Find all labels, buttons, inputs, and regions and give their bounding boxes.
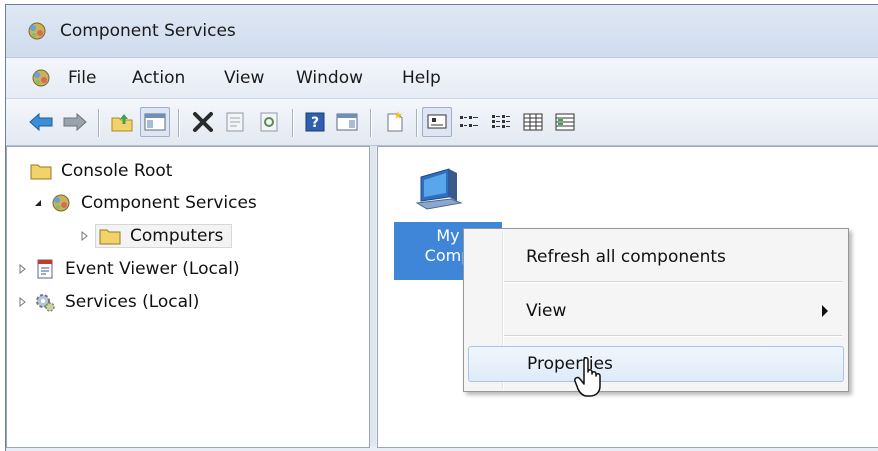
window-title: Component Services: [60, 21, 236, 41]
large-icons-view-button[interactable]: [422, 107, 452, 137]
show-hide-console-tree-button[interactable]: [140, 107, 170, 137]
help-icon: ?: [305, 112, 325, 132]
expanded-triangle-icon[interactable]: [31, 196, 45, 210]
submenu-arrow-icon: [822, 305, 828, 317]
services-gear-icon: [36, 294, 55, 312]
pane-splitter[interactable]: [370, 146, 376, 446]
up-one-level-button[interactable]: [108, 107, 138, 137]
properties-icon: [226, 112, 244, 132]
list-view-button[interactable]: [486, 107, 516, 137]
list-view-icon: [492, 115, 510, 128]
component-services-icon: [28, 22, 46, 40]
menu-action[interactable]: Action: [132, 68, 185, 88]
up-folder-icon: [111, 114, 133, 132]
back-button[interactable]: [26, 107, 56, 137]
help-button[interactable]: ?: [300, 107, 330, 137]
menu-item-label: Refresh all components: [526, 247, 726, 267]
collapsed-triangle-icon[interactable]: [15, 295, 29, 309]
hand-cursor-icon: [574, 357, 601, 397]
menu-window[interactable]: Window: [296, 68, 363, 88]
menu-item-view[interactable]: View: [468, 293, 844, 329]
toolbar-separator: [416, 109, 417, 137]
folder-icon: [99, 229, 121, 245]
tree-label: Services (Local): [65, 292, 200, 312]
tree-item-console-root[interactable]: Console Root: [29, 157, 176, 185]
menu-file[interactable]: File: [68, 68, 96, 88]
tree-item-component-services[interactable]: Component Services: [31, 189, 261, 217]
show-hide-action-pane-icon: [336, 113, 358, 131]
menu-separator: [504, 335, 842, 336]
toolbar-separator: [370, 109, 371, 137]
menu-item-refresh-all-components[interactable]: Refresh all components: [468, 239, 844, 275]
collapsed-triangle-icon[interactable]: [77, 229, 91, 243]
component-services-icon: [52, 194, 70, 212]
title-bar[interactable]: Component Services: [6, 5, 878, 58]
tree-selection: Computers: [95, 224, 233, 248]
small-icons-view-button[interactable]: [454, 107, 484, 137]
tree-label: Console Root: [61, 161, 173, 181]
context-menu: Refresh all components View Properties: [463, 228, 849, 392]
delete-icon: [193, 112, 213, 132]
system-menu-icon[interactable]: [28, 66, 54, 90]
new-item-icon: [387, 111, 403, 132]
properties-button[interactable]: [220, 107, 250, 137]
tree-label: Component Services: [81, 193, 257, 213]
folder-icon: [30, 164, 52, 180]
toolbar-separator: [178, 109, 179, 137]
svg-text:?: ?: [311, 115, 319, 131]
large-icons-view-icon: [427, 114, 447, 129]
detail-view-icon: [523, 113, 543, 131]
show-hide-tree-icon: [144, 113, 166, 131]
tree-label: Event Viewer (Local): [65, 259, 240, 279]
delete-button[interactable]: [188, 107, 218, 137]
tree-label: Computers: [130, 226, 224, 246]
tree-item-computers[interactable]: Computers: [77, 222, 233, 250]
status-view-button[interactable]: [550, 107, 580, 137]
forward-arrow-icon: [63, 112, 87, 132]
small-icons-view-icon: [460, 116, 478, 127]
menu-bar: File Action View Window Help: [6, 58, 878, 99]
show-hide-action-pane-button[interactable]: [332, 107, 362, 137]
toolbar-separator: [292, 109, 293, 137]
menu-separator: [504, 281, 842, 282]
console-tree-pane[interactable]: Console Root Component Services Computer…: [6, 146, 370, 448]
toolbar-separator: [98, 109, 99, 137]
refresh-button[interactable]: [254, 107, 284, 137]
collapsed-triangle-icon[interactable]: [15, 262, 29, 276]
menu-view[interactable]: View: [224, 68, 264, 88]
forward-button[interactable]: [60, 107, 90, 137]
refresh-icon: [260, 112, 278, 132]
menu-item-label: View: [526, 301, 567, 321]
detail-view-button[interactable]: [518, 107, 548, 137]
event-viewer-icon: [37, 259, 53, 279]
menu-help[interactable]: Help: [402, 68, 441, 88]
toolbar: ?: [6, 99, 878, 146]
status-view-icon: [555, 113, 575, 131]
my-computer-icon[interactable]: [411, 163, 467, 215]
back-arrow-icon: [29, 112, 53, 132]
menu-item-properties[interactable]: Properties: [468, 346, 844, 382]
new-button[interactable]: [380, 107, 410, 137]
tree-item-event-viewer[interactable]: Event Viewer (Local): [15, 255, 244, 283]
tree-item-services[interactable]: Services (Local): [15, 288, 203, 316]
